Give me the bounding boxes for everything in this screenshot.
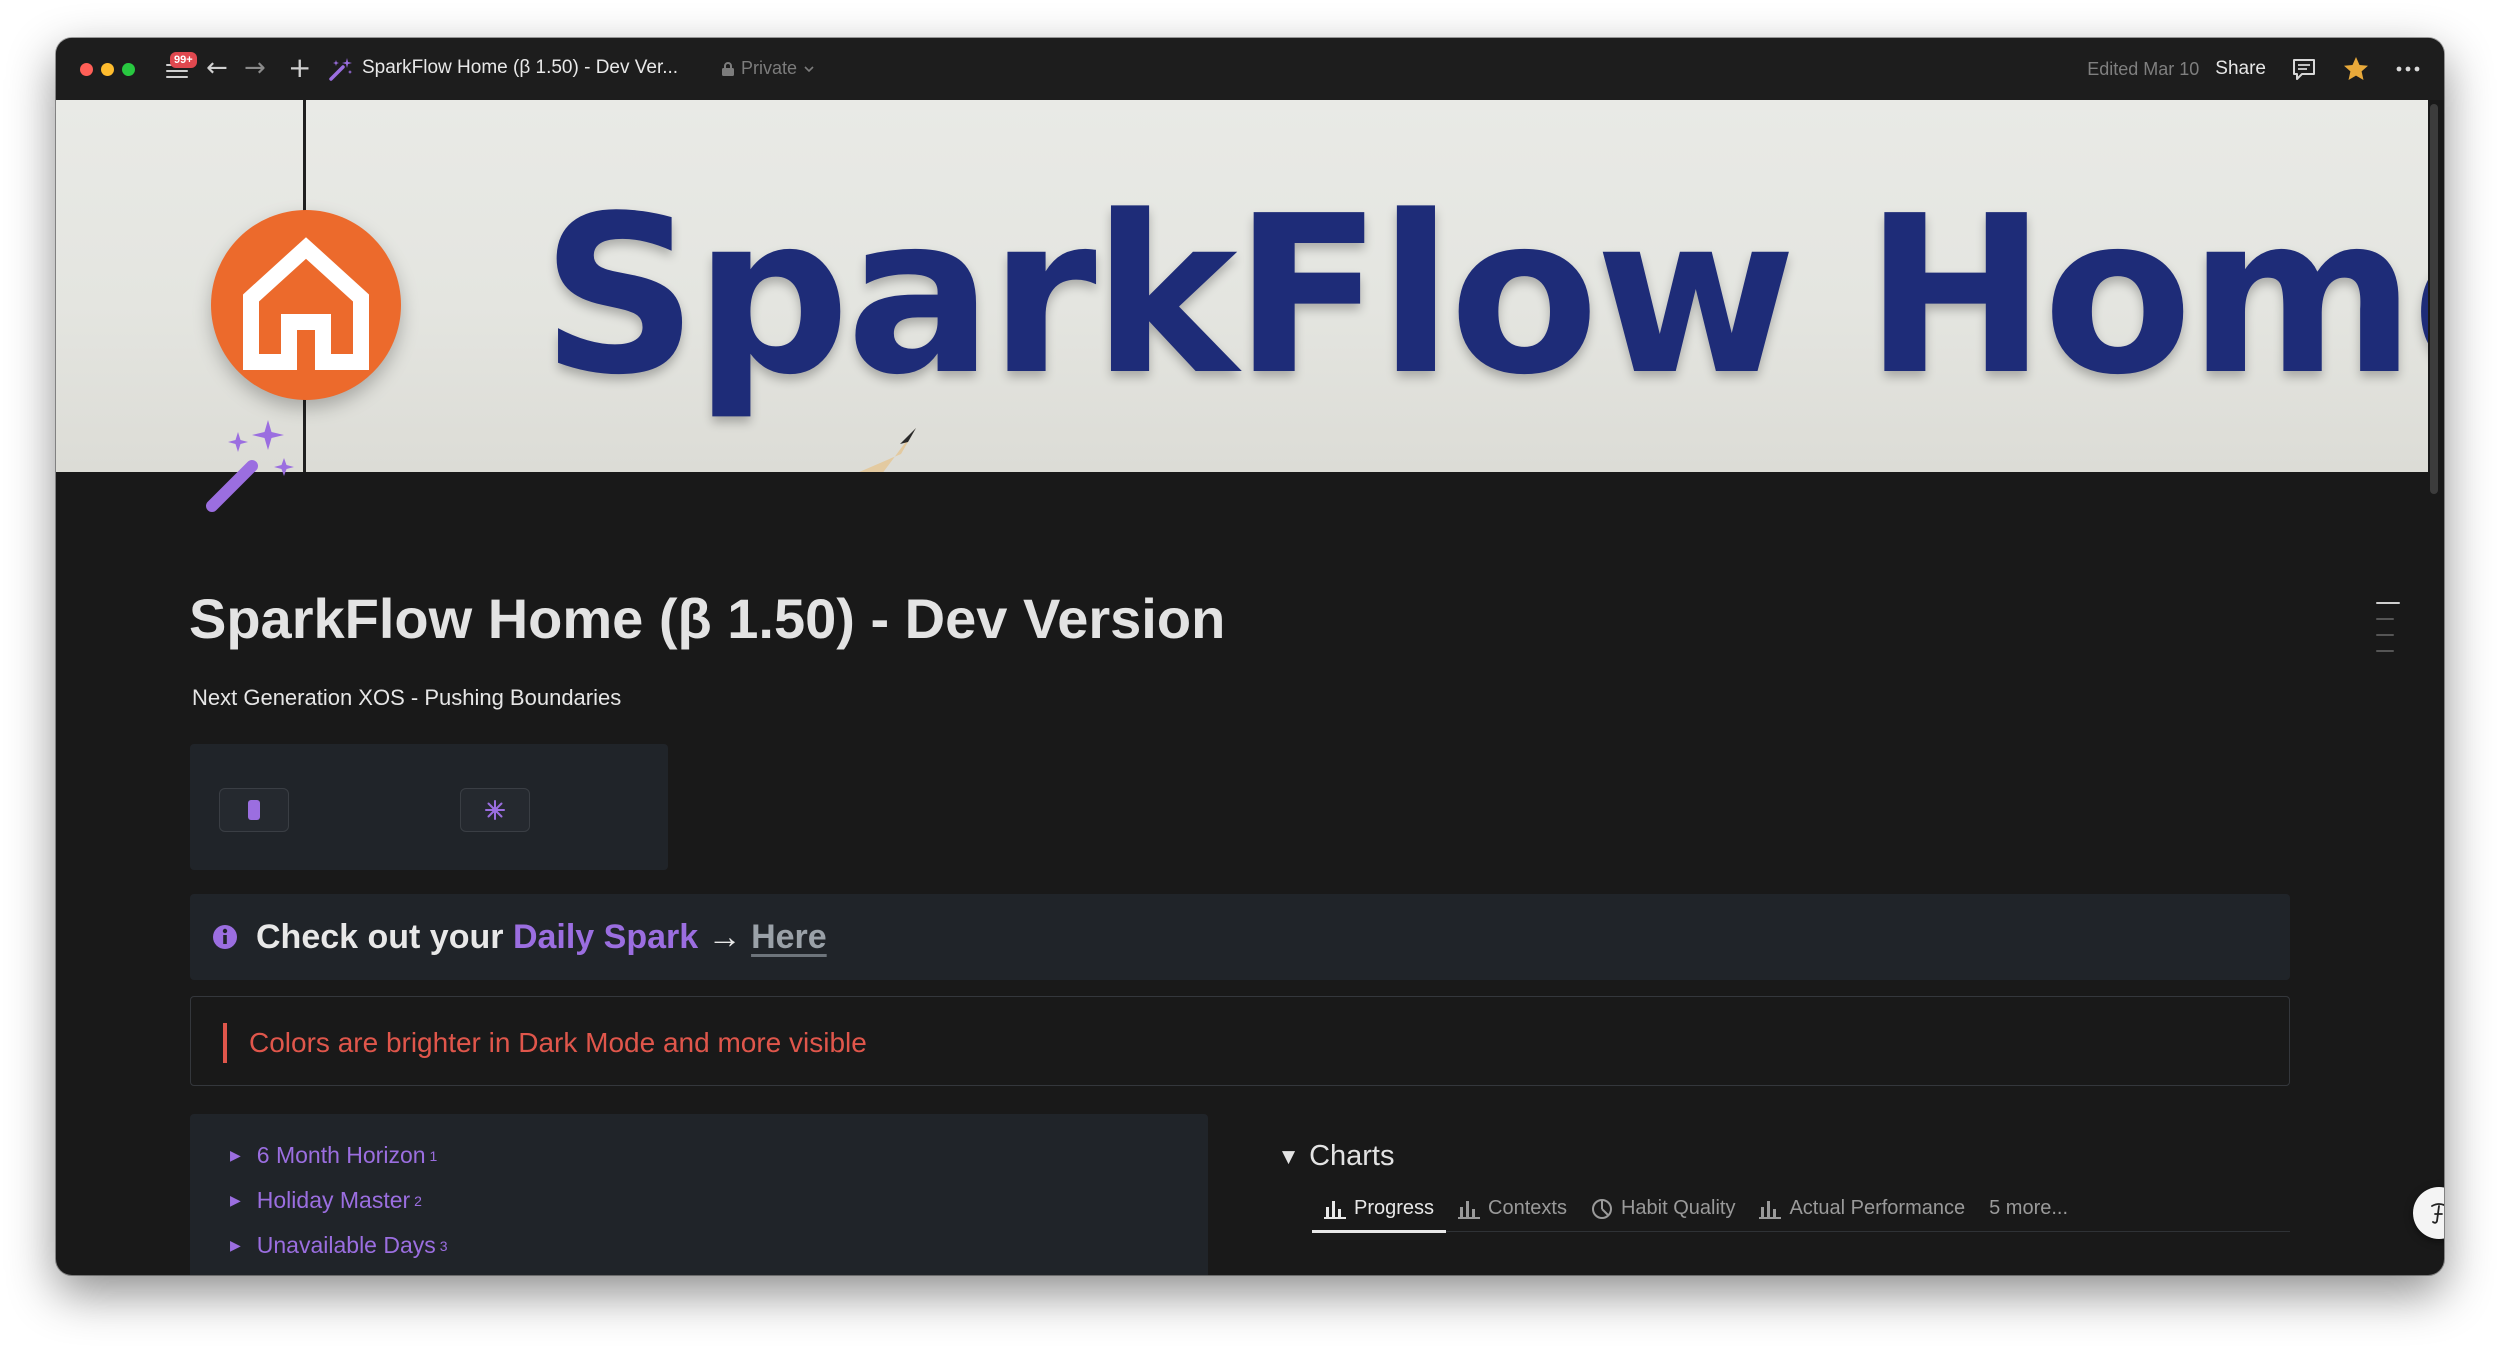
toc-line [2376,618,2394,620]
callout-prefix: Check out your [256,917,513,956]
toc-line [2376,634,2394,636]
cover-image[interactable]: SparkFlow Home [56,100,2428,472]
info-icon [213,925,237,949]
toggles-panel: ▶ 6 Month Horizon 1 ▶ Holiday Master 2 ▶ U… [190,1114,1208,1275]
title-bar: 99+ ← → + SparkFlow Home (β 1.50) - Dev … [56,38,2444,100]
toggle-unavailable-days[interactable]: ▶ Unavailable Days 3 [230,1232,448,1259]
sparkle-icon [485,800,505,820]
share-button[interactable]: Share [2215,58,2266,80]
house-icon [243,237,369,370]
toggle-triangle-icon[interactable]: ▶ [230,1148,241,1164]
callout-arrow: → [698,917,752,956]
toggle-holiday-master[interactable]: ▶ Holiday Master 2 [230,1187,422,1214]
dark-mode-quote: Colors are brighter in Dark Mode and mor… [190,996,2290,1086]
toggle-label: Holiday Master [256,1187,411,1213]
cover-banner-title: SparkFlow Home [541,170,2428,423]
app-window: 99+ ← → + SparkFlow Home (β 1.50) - Dev … [56,38,2444,1275]
tab-label: Habit Quality [1620,1197,1736,1219]
tab-actual-performance[interactable]: Actual Performance [1747,1186,1977,1232]
toggle-label: Unavailable Days [256,1232,436,1258]
charts-toggle-heading[interactable]: ▼ Charts [1282,1140,1395,1173]
privacy-label: Private [741,58,798,78]
notification-badge: 99+ [170,52,197,68]
tab-progress[interactable]: Progress [1312,1186,1447,1233]
charts-heading: Charts [1309,1140,1395,1172]
phone-button[interactable] [219,788,289,832]
scrollbar-thumb[interactable] [2430,104,2438,494]
window-controls [80,63,135,76]
footnote-marker: 1 [429,1147,438,1164]
quick-buttons-panel [190,744,668,870]
page-title[interactable]: SparkFlow Home (β 1.50) - Dev Version [189,586,1225,651]
lock-icon [722,61,734,76]
comments-icon[interactable] [2290,55,2318,83]
pie-chart-icon [1591,1198,1612,1219]
footnote-marker: 3 [439,1237,448,1254]
forward-arrow-icon[interactable]: → [244,52,266,84]
home-logo [211,210,401,400]
tab-habit-quality[interactable]: Habit Quality [1579,1186,1748,1232]
page-subtitle[interactable]: Next Generation XOS - Pushing Boundaries [192,685,621,711]
daily-spark-label: Daily Spark [512,917,699,956]
script-glyph-icon [2431,1203,2444,1224]
charts-tabs: Progress Contexts Habit Quality Actual P… [1312,1186,2290,1233]
daily-spark-link[interactable]: Here [751,918,827,956]
toggle-label: 6 Month Horizon [256,1142,426,1168]
magic-wand-icon [206,420,294,512]
callout-text: Check out your Daily Spark → Here [256,918,827,957]
tab-more[interactable]: 5 more... [1977,1186,2080,1232]
chevron-down-icon [804,65,814,72]
bar-chart-icon [1458,1200,1481,1219]
back-arrow-icon[interactable]: ← [206,52,228,84]
spark-button[interactable] [460,788,530,832]
tab-contexts[interactable]: Contexts [1446,1186,1579,1232]
pencil-decoration [859,428,916,472]
toggle-6-month-horizon[interactable]: ▶ 6 Month Horizon 1 [230,1142,437,1169]
favorite-star-icon[interactable] [2342,55,2370,83]
bar-chart-icon [1324,1200,1346,1219]
more-options-icon[interactable] [2394,55,2422,83]
close-window-button[interactable] [80,63,93,76]
toggle-triangle-icon[interactable]: ▶ [230,1238,241,1254]
toc-line [2376,602,2400,604]
daily-spark-callout: Check out your Daily Spark → Here [190,894,2290,980]
new-page-plus-icon[interactable]: + [288,52,311,84]
help-button[interactable] [2413,1187,2444,1239]
page-icon[interactable] [198,410,308,520]
titlebar-actions: Edited Mar 10 Share [2087,52,2422,86]
privacy-selector[interactable]: Private [721,58,815,79]
table-of-contents-minimap[interactable] [2376,602,2402,666]
toggle-triangle-icon[interactable]: ▶ [230,1193,241,1209]
bar-chart-icon [1759,1200,1782,1219]
last-edited-label: Edited Mar 10 [2087,58,2200,79]
tab-label: Contexts [1488,1197,1567,1219]
toggle-open-triangle-icon[interactable]: ▼ [1282,1147,1295,1167]
tab-label: Actual Performance [1789,1197,1966,1219]
magic-wand-icon [328,56,354,87]
quote-text[interactable]: Colors are brighter in Dark Mode and mor… [249,1027,867,1059]
minimize-window-button[interactable] [101,63,114,76]
phone-icon [248,800,260,820]
quote-bar [223,1023,227,1063]
tab-label: 5 more... [1989,1197,2069,1219]
maximize-window-button[interactable] [122,63,135,76]
page-tab-title[interactable]: SparkFlow Home (β 1.50) - Dev Ver... [362,57,678,79]
footnote-marker: 2 [414,1192,422,1209]
tab-label: Progress [1354,1197,1435,1219]
toc-line [2376,650,2394,652]
